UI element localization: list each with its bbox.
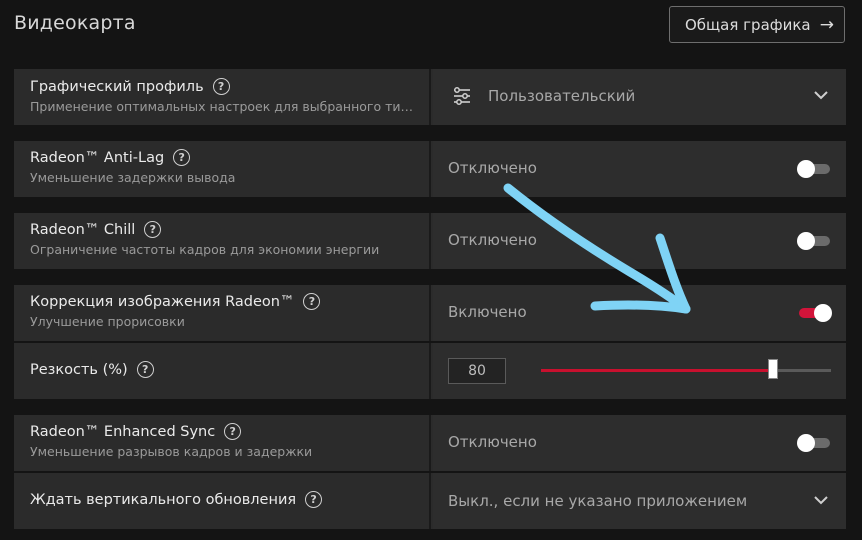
help-icon[interactable]: ? — [173, 149, 191, 166]
chill-row: Radeon™ Chill ? Ограничение частоты кадр… — [14, 213, 846, 269]
chill-subtitle: Ограничение частоты кадров для экономии … — [30, 242, 380, 257]
enhanced-sync-value: Отключено — [448, 433, 537, 451]
help-icon[interactable]: ? — [212, 78, 230, 95]
sharpness-slider[interactable] — [541, 359, 831, 379]
vsync-row: Ждать вертикального обновления ? Выкл., … — [14, 473, 846, 529]
global-graphics-button[interactable]: Общая графика → — [669, 6, 845, 43]
sharpness-row: Резкость (%) ? 80 — [14, 343, 846, 399]
chevron-down-icon — [814, 88, 828, 104]
image-sharpening-title: Коррекция изображения Radeon™ — [30, 293, 295, 310]
enhanced-sync-toggle[interactable] — [797, 434, 830, 452]
graphics-profile-value: Пользовательский — [488, 87, 636, 105]
vsync-title: Ждать вертикального обновления — [30, 491, 297, 508]
antilag-row: Radeon™ Anti-Lag ? Уменьшение задержки в… — [14, 141, 846, 197]
arrow-right-icon: → — [819, 14, 834, 35]
sharpness-slider-thumb[interactable] — [768, 359, 778, 379]
antilag-subtitle: Уменьшение задержки вывода — [30, 170, 236, 185]
help-icon[interactable]: ? — [303, 293, 321, 310]
help-icon[interactable]: ? — [224, 423, 242, 440]
sharpness-title: Резкость (%) — [30, 361, 128, 378]
chill-toggle[interactable] — [797, 232, 830, 250]
chevron-down-icon — [814, 493, 828, 509]
chill-value: Отключено — [448, 231, 537, 249]
antilag-title: Radeon™ Anti-Lag — [30, 149, 165, 166]
vsync-dropdown[interactable]: Выкл., если не указано приложением — [433, 473, 846, 529]
image-sharpening-row: Коррекция изображения Radeon™ ? Улучшени… — [14, 285, 846, 341]
antilag-value: Отключено — [448, 159, 537, 177]
enhanced-sync-row: Radeon™ Enhanced Sync ? Уменьшение разры… — [14, 415, 846, 471]
graphics-profile-title: Графический профиль — [30, 78, 204, 95]
graphics-profile-dropdown[interactable]: Пользовательский — [433, 69, 846, 125]
image-sharpening-subtitle: Улучшение прорисовки — [30, 314, 185, 329]
enhanced-sync-subtitle: Уменьшение разрывов кадров и задержки — [30, 444, 313, 459]
antilag-toggle[interactable] — [797, 160, 830, 178]
graphics-profile-subtitle: Применение оптимальных настроек для выбр… — [30, 99, 420, 114]
image-sharpening-toggle[interactable] — [799, 304, 832, 322]
sliders-icon — [454, 87, 470, 105]
sharpness-value-input[interactable]: 80 — [448, 358, 506, 384]
global-graphics-label: Общая графика — [685, 15, 811, 34]
image-sharpening-value: Включено — [448, 303, 527, 321]
chill-title: Radeon™ Chill — [30, 221, 136, 238]
graphics-profile-row: Графический профиль ? Применение оптимал… — [14, 69, 846, 125]
vsync-value: Выкл., если не указано приложением — [448, 492, 748, 510]
page-title: Видеокарта — [14, 12, 136, 34]
enhanced-sync-title: Radeon™ Enhanced Sync — [30, 423, 216, 440]
sharpness-slider-fill — [541, 369, 773, 372]
help-icon[interactable]: ? — [136, 361, 154, 378]
help-icon[interactable]: ? — [144, 221, 162, 238]
help-icon[interactable]: ? — [305, 491, 323, 508]
